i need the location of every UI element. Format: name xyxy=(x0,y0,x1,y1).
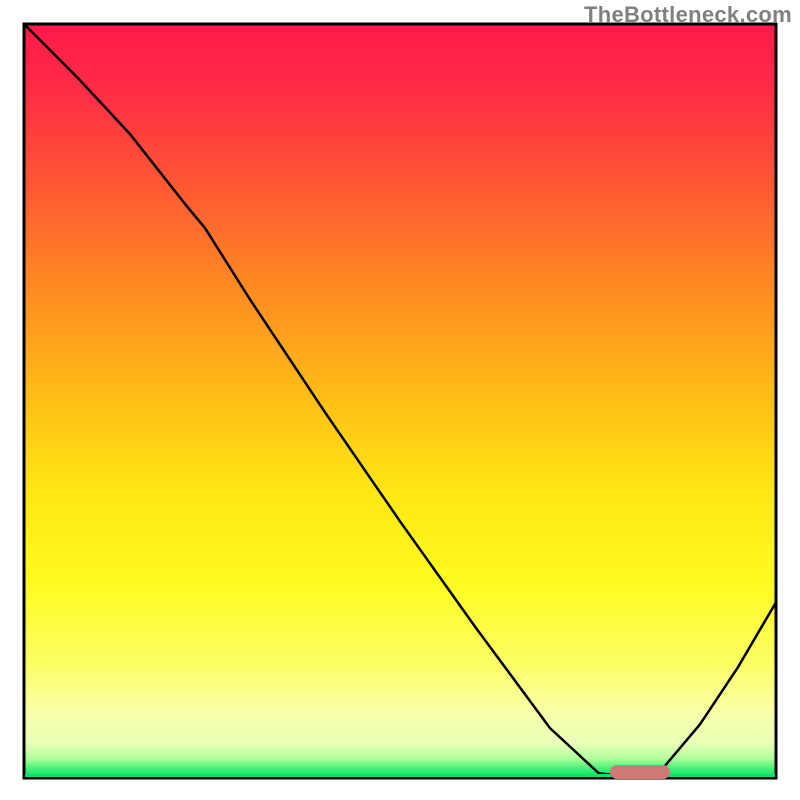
optimal-range-marker xyxy=(610,765,670,779)
bottleneck-plot xyxy=(0,0,800,800)
gradient-background xyxy=(25,25,775,777)
chart-stage: TheBottleneck.com xyxy=(0,0,800,800)
watermark-text: TheBottleneck.com xyxy=(584,2,792,28)
